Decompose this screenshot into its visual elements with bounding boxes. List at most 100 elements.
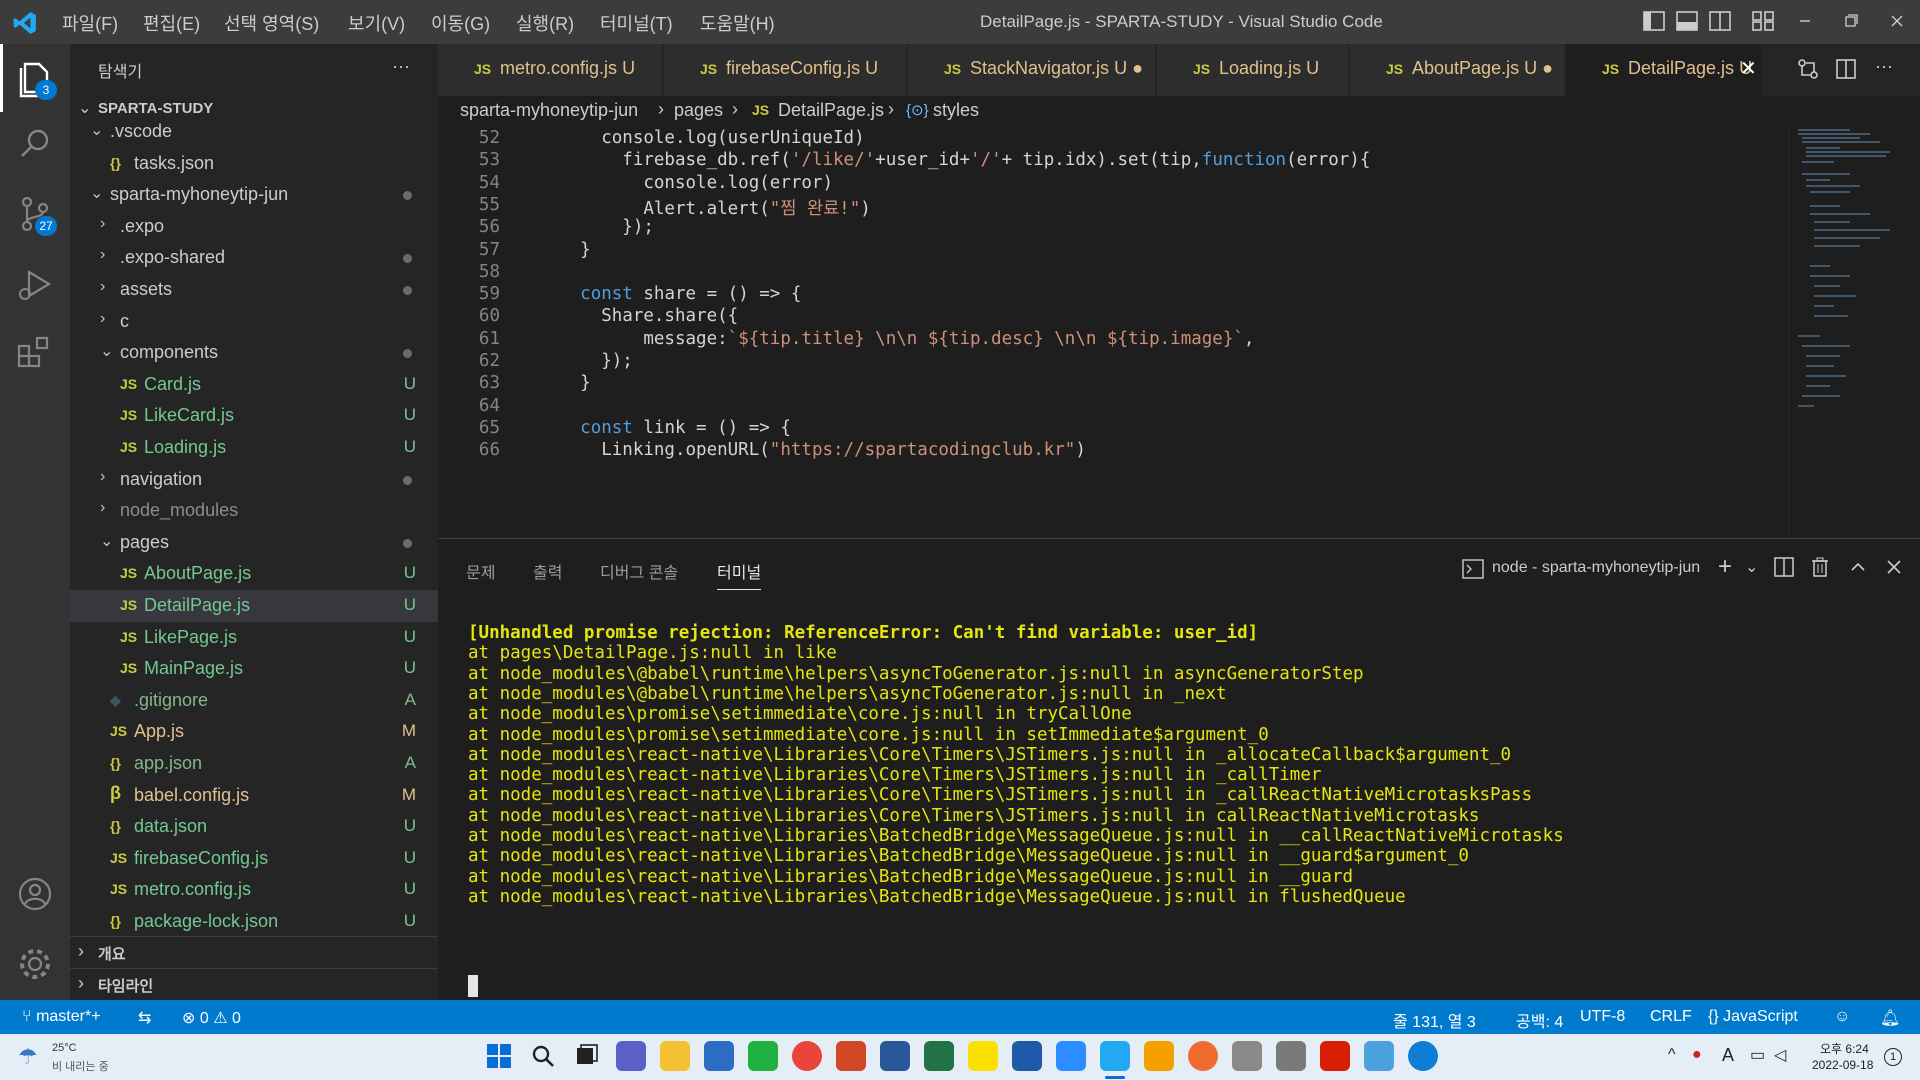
- tree-item[interactable]: ⌄ .vscode: [70, 116, 438, 148]
- tree-item[interactable]: JS Loading.js U: [70, 432, 438, 464]
- tree-item[interactable]: {} app.json A: [70, 748, 438, 780]
- chevron-down-icon[interactable]: ⌄: [1745, 557, 1758, 577]
- chat-icon[interactable]: [616, 1041, 646, 1071]
- tree-item[interactable]: › node_modules: [70, 495, 438, 527]
- excel-icon[interactable]: [924, 1041, 954, 1071]
- run-debug-button[interactable]: [11, 260, 59, 308]
- explorer-more-icon[interactable]: ···: [392, 56, 410, 77]
- minimap[interactable]: [1790, 126, 1902, 426]
- tree-item[interactable]: β babel.config.js M: [70, 780, 438, 812]
- tree-item[interactable]: › navigation: [70, 464, 438, 496]
- menu-edit[interactable]: 편집(E): [143, 10, 200, 36]
- tab-terminal[interactable]: 터미널: [717, 559, 762, 590]
- volume-icon[interactable]: ◁: [1774, 1045, 1786, 1065]
- maximize-panel-icon[interactable]: [1848, 557, 1868, 577]
- menu-run[interactable]: 실행(R): [516, 10, 574, 36]
- restore-icon[interactable]: [1840, 11, 1862, 31]
- code-line[interactable]: });: [538, 351, 633, 371]
- tree-item[interactable]: JS LikeCard.js U: [70, 400, 438, 432]
- naver-icon[interactable]: [748, 1041, 778, 1071]
- tree-item[interactable]: ⌄ components: [70, 337, 438, 369]
- chrome-icon[interactable]: [792, 1041, 822, 1071]
- tab-debug-console[interactable]: 디버그 콘솔: [600, 559, 678, 583]
- bell-icon[interactable]: 🔔︎: [1880, 1008, 1900, 1028]
- tree-item[interactable]: JS LikePage.js U: [70, 622, 438, 654]
- app-icon[interactable]: [1188, 1041, 1218, 1071]
- weather-temp[interactable]: 25°C: [52, 1042, 77, 1054]
- kakaotalk-icon[interactable]: [968, 1041, 998, 1071]
- new-terminal-icon[interactable]: +: [1718, 553, 1732, 581]
- code-line[interactable]: message:`${tip.title} \n\n ${tip.desc} \…: [538, 329, 1254, 349]
- line-ending[interactable]: CRLF: [1650, 1008, 1692, 1026]
- weather-desc[interactable]: 비 내리는 중: [52, 1058, 109, 1074]
- calculator-icon[interactable]: [1232, 1041, 1262, 1071]
- tree-item[interactable]: {} package-lock.json U: [70, 906, 438, 938]
- store-icon[interactable]: [704, 1041, 734, 1071]
- tree-item[interactable]: › .expo: [70, 211, 438, 243]
- menu-terminal[interactable]: 터미널(T): [600, 10, 673, 36]
- tab-stack-navigator[interactable]: JS StackNavigator.js U ●: [908, 44, 1156, 96]
- breadcrumb-file[interactable]: DetailPage.js: [778, 100, 884, 121]
- clock-date[interactable]: 2022-09-18: [1812, 1058, 1873, 1072]
- tree-item[interactable]: {} data.json U: [70, 811, 438, 843]
- compare-changes-icon[interactable]: [1797, 58, 1819, 80]
- breadcrumb-symbol[interactable]: styles: [933, 100, 979, 121]
- word-icon[interactable]: [880, 1041, 910, 1071]
- toggle-secondary-sidebar-icon[interactable]: [1709, 11, 1731, 31]
- explorer-button[interactable]: 3: [11, 54, 59, 102]
- tree-item[interactable]: › c: [70, 306, 438, 338]
- indentation[interactable]: 공백: 4: [1516, 1008, 1563, 1032]
- menu-help[interactable]: 도움말(H): [700, 10, 775, 36]
- tree-item[interactable]: JS AboutPage.js U: [70, 558, 438, 590]
- code-line[interactable]: Linking.openURL("https://spartacodingclu…: [538, 440, 1086, 460]
- language-mode[interactable]: {} JavaScript: [1708, 1008, 1798, 1026]
- search-icon[interactable]: [528, 1041, 558, 1071]
- toggle-panel-icon[interactable]: [1676, 11, 1698, 31]
- menu-file[interactable]: 파일(F): [62, 10, 118, 36]
- encoding[interactable]: UTF-8: [1580, 1008, 1625, 1026]
- code-line[interactable]: const share = () => {: [538, 284, 801, 304]
- breadcrumb-project[interactable]: sparta-myhoneytip-jun: [460, 100, 638, 121]
- tree-item[interactable]: {} tasks.json: [70, 148, 438, 180]
- app-icon[interactable]: [1012, 1041, 1042, 1071]
- code-line[interactable]: }: [538, 240, 591, 260]
- menu-selection[interactable]: 선택 영역(S): [224, 10, 319, 36]
- feedback-icon[interactable]: ☺: [1834, 1008, 1850, 1026]
- file-explorer-icon[interactable]: [660, 1041, 690, 1071]
- split-editor-icon[interactable]: [1835, 58, 1857, 80]
- problems-status[interactable]: ⊗ 0 ⚠ 0: [182, 1008, 241, 1028]
- start-icon[interactable]: [484, 1041, 514, 1071]
- minimize-icon[interactable]: [1794, 11, 1816, 31]
- code-line[interactable]: }: [538, 373, 591, 393]
- hancom-icon[interactable]: [1144, 1041, 1174, 1071]
- tab-output[interactable]: 출력: [533, 559, 562, 583]
- tree-item[interactable]: JS DetailPage.js U: [70, 590, 438, 622]
- tree-item[interactable]: ⌄ sparta-myhoneytip-jun: [70, 179, 438, 211]
- acrobat-icon[interactable]: [1320, 1041, 1350, 1071]
- notification-badge[interactable]: 1: [1884, 1048, 1902, 1066]
- tree-item[interactable]: ◆ .gitignore A: [70, 685, 438, 717]
- extensions-button[interactable]: [11, 328, 59, 376]
- tab-firebase-config[interactable]: JS firebaseConfig.js U: [664, 44, 907, 96]
- customize-layout-icon[interactable]: [1752, 11, 1774, 31]
- trash-icon[interactable]: [1810, 557, 1830, 577]
- code-editor[interactable]: 52 console.log(userUniqueId) 53 firebase_…: [438, 126, 1920, 538]
- source-control-button[interactable]: 27: [11, 190, 59, 238]
- chevron-up-icon[interactable]: ^: [1668, 1046, 1676, 1064]
- terminal-output[interactable]: [Unhandled promise rejection: ReferenceE…: [438, 623, 1898, 1003]
- branch-status[interactable]: ⑂ master*+: [22, 1008, 101, 1026]
- close-window-icon[interactable]: [1886, 11, 1908, 31]
- menu-go[interactable]: 이동(G): [431, 10, 490, 36]
- sync-icon[interactable]: ⇆: [138, 1008, 151, 1028]
- tree-item[interactable]: › .expo-shared: [70, 242, 438, 274]
- manage-button[interactable]: [11, 940, 59, 988]
- cursor-position[interactable]: 줄 131, 열 3: [1393, 1008, 1476, 1032]
- ime-indicator[interactable]: A: [1722, 1045, 1734, 1066]
- tab-detail-page[interactable]: JS DetailPage.js U ✕: [1566, 44, 1762, 96]
- tree-item[interactable]: JS firebaseConfig.js U: [70, 843, 438, 875]
- tab-metro-config[interactable]: JS metro.config.js U: [438, 44, 663, 96]
- code-line[interactable]: console.log(error): [538, 173, 833, 193]
- menu-view[interactable]: 보기(V): [348, 10, 405, 36]
- app-icon[interactable]: [1364, 1041, 1394, 1071]
- breadcrumb-pages[interactable]: pages: [674, 100, 723, 121]
